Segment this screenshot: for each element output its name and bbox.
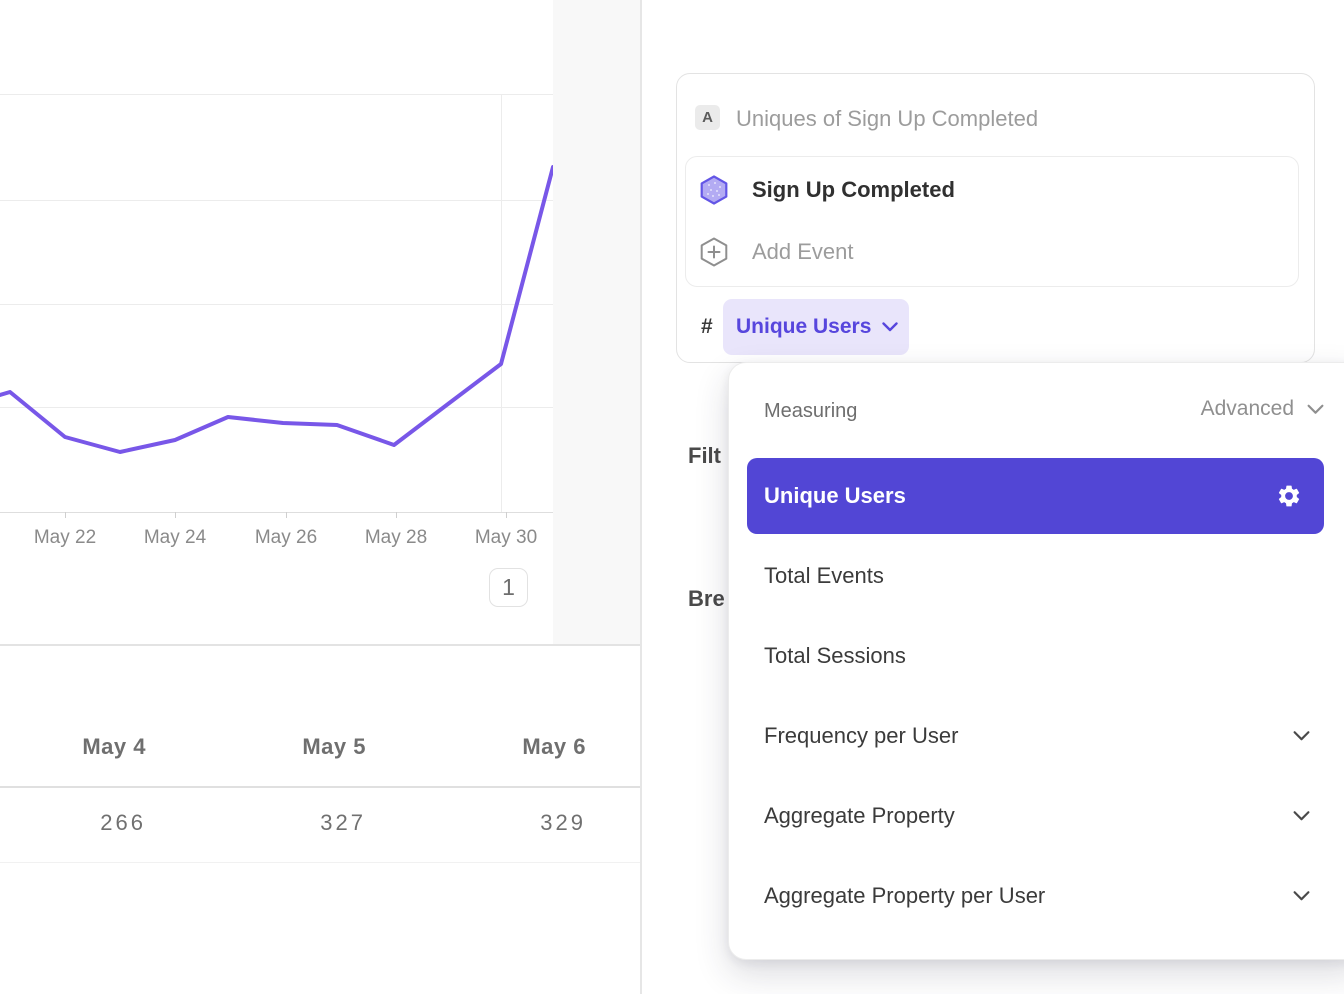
measuring-dropdown-menu: Measuring Advanced Unique Users Total Ev… xyxy=(728,362,1344,960)
query-row-badge[interactable]: A xyxy=(695,105,720,130)
menu-item-label: Total Sessions xyxy=(764,643,906,669)
filter-section-heading: Filt xyxy=(688,443,721,469)
chevron-down-icon xyxy=(1293,891,1310,902)
advanced-label: Advanced xyxy=(1201,397,1294,421)
table-value-cell: 266 xyxy=(0,810,146,836)
x-axis-line xyxy=(0,512,553,513)
table-row: 266327329 xyxy=(0,810,586,836)
query-title: Uniques of Sign Up Completed xyxy=(736,106,1038,132)
add-event-icon xyxy=(700,237,728,267)
x-axis-tick xyxy=(65,512,66,518)
chevron-down-icon xyxy=(1293,811,1310,822)
x-axis-tick xyxy=(506,512,507,518)
x-axis-tick xyxy=(286,512,287,518)
chevron-down-icon xyxy=(882,322,898,332)
menu-item-label: Total Events xyxy=(764,563,884,589)
gear-icon[interactable] xyxy=(1276,483,1302,509)
menu-item-label: Aggregate Property per User xyxy=(764,883,1045,909)
table-header-cell: May 4 xyxy=(0,734,146,760)
breakdown-section-heading: Bre xyxy=(688,586,725,612)
line-series xyxy=(0,167,553,452)
chart-right-margin xyxy=(553,0,640,644)
table-header-cell: May 6 xyxy=(366,734,586,760)
add-event-button[interactable]: Add Event xyxy=(686,225,1298,279)
query-card: A Uniques of Sign Up Completed Sign Up C… xyxy=(676,73,1315,363)
x-axis-tick xyxy=(175,512,176,518)
menu-item-aggregate-property-per-user[interactable]: Aggregate Property per User xyxy=(729,856,1344,936)
event-card: Sign Up Completed Add Event xyxy=(685,156,1299,287)
dropdown-header: Measuring Advanced xyxy=(729,391,1344,433)
measurement-dropdown-button[interactable]: Unique Users xyxy=(723,299,909,355)
menu-item-unique-users[interactable]: Unique Users xyxy=(747,458,1324,534)
measurement-value: Unique Users xyxy=(736,315,871,339)
menu-item-label: Unique Users xyxy=(764,483,906,509)
chevron-down-icon xyxy=(1307,404,1324,415)
menu-item-frequency-per-user[interactable]: Frequency per User xyxy=(729,696,1344,776)
menu-item-label: Frequency per User xyxy=(764,723,958,749)
table-header-cell: May 5 xyxy=(146,734,366,760)
menu-item-total-events[interactable]: Total Events xyxy=(729,536,1344,616)
menu-item-aggregate-property[interactable]: Aggregate Property xyxy=(729,776,1344,856)
x-axis-label: May 26 xyxy=(255,527,317,549)
table-value-cell: 329 xyxy=(366,810,586,836)
analytics-app: May 22May 24May 26May 28May 30 1 May 4Ma… xyxy=(0,0,1344,994)
chevron-down-icon xyxy=(1293,731,1310,742)
event-name: Sign Up Completed xyxy=(752,177,955,203)
table-section-divider xyxy=(0,644,640,646)
add-event-label: Add Event xyxy=(752,239,854,265)
event-hexagon-icon xyxy=(700,175,728,205)
x-axis-label: May 22 xyxy=(34,527,96,549)
table-value-cell: 327 xyxy=(146,810,366,836)
x-axis-label: May 28 xyxy=(365,527,427,549)
x-axis-label: May 30 xyxy=(475,527,537,549)
pagination-badge[interactable]: 1 xyxy=(489,568,528,607)
table-row-border xyxy=(0,862,640,863)
chart-section: May 22May 24May 26May 28May 30 1 May 4Ma… xyxy=(0,0,640,994)
x-axis-label: May 24 xyxy=(144,527,206,549)
query-builder-panel: A Uniques of Sign Up Completed Sign Up C… xyxy=(642,0,1344,994)
measurement-hash-label: # xyxy=(701,315,713,339)
table-header-row: May 4May 5May 6 xyxy=(0,734,586,760)
menu-item-label: Aggregate Property xyxy=(764,803,955,829)
measuring-label: Measuring xyxy=(764,400,857,423)
event-row[interactable]: Sign Up Completed xyxy=(686,163,1298,217)
table-header-border xyxy=(0,786,640,788)
x-axis-tick xyxy=(396,512,397,518)
menu-item-total-sessions[interactable]: Total Sessions xyxy=(729,616,1344,696)
advanced-mode-select[interactable]: Advanced xyxy=(1201,397,1324,421)
